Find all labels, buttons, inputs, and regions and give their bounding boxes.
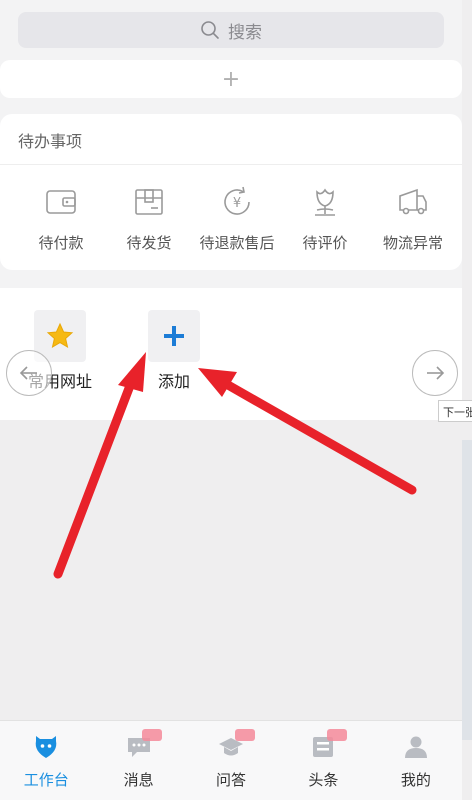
todo-item-logistics[interactable]: 物流异常 bbox=[369, 184, 457, 253]
add-widget-label: + bbox=[221, 66, 241, 92]
todo-item-review[interactable]: 待评价 bbox=[281, 184, 369, 253]
profile-icon bbox=[404, 736, 427, 758]
todo-item-refund[interactable]: ¥ 待退款售后 bbox=[193, 184, 281, 253]
todo-card: 待办事项 待付款 待发货 ¥ 待退款售后 待评价 物流异常 bbox=[0, 114, 462, 270]
todo-item-label: 待评价 bbox=[302, 234, 348, 252]
tab-qa[interactable]: 问答 bbox=[185, 721, 277, 800]
tab-news[interactable]: 头条 bbox=[277, 721, 369, 800]
add-widget-button[interactable]: + bbox=[0, 60, 462, 98]
todo-item-pending-shipment[interactable]: 待发货 bbox=[105, 184, 193, 253]
unread-badge bbox=[142, 729, 163, 741]
todo-item-label: 待发货 bbox=[126, 234, 172, 252]
search-placeholder: 搜索 bbox=[228, 22, 262, 43]
todo-item-label: 待付款 bbox=[38, 234, 84, 252]
tab-label: 我的 bbox=[400, 771, 431, 789]
arrow-left-icon bbox=[19, 366, 37, 380]
todo-item-label: 待退款售后 bbox=[199, 234, 275, 252]
tab-workbench[interactable]: 工作台 bbox=[0, 721, 92, 800]
app-screen: 搜索 + 待办事项 待付款 待发货 ¥ 待退款售后 待评价 物流异常 常用网址 … bbox=[0, 0, 462, 800]
truck-icon bbox=[399, 188, 427, 215]
unread-badge bbox=[234, 729, 255, 741]
plus-icon bbox=[164, 326, 184, 346]
shortcut-add[interactable]: 添加 bbox=[148, 310, 200, 392]
arrow-right-icon bbox=[427, 366, 445, 380]
next-image-button[interactable] bbox=[412, 350, 458, 396]
star-icon bbox=[46, 322, 74, 349]
bottom-tab-bar: 工作台 消息 问答 头条 我的 bbox=[0, 720, 462, 800]
wallet-icon bbox=[46, 190, 76, 214]
shortcut-tile bbox=[148, 310, 200, 362]
tab-label: 工作台 bbox=[23, 771, 69, 789]
todo-title: 待办事项 bbox=[18, 132, 83, 151]
svg-text:¥: ¥ bbox=[233, 196, 241, 211]
prev-image-button[interactable] bbox=[6, 350, 52, 396]
unread-badge bbox=[327, 729, 348, 741]
search-icon bbox=[201, 21, 219, 39]
divider bbox=[0, 164, 462, 165]
shortcut-label: 添加 bbox=[157, 372, 190, 391]
shortcut-panel: 常用网址 添加 bbox=[0, 288, 462, 420]
tab-label: 消息 bbox=[123, 771, 154, 789]
flower-icon bbox=[315, 188, 335, 216]
todo-items: 待付款 待发货 ¥ 待退款售后 待评价 物流异常 bbox=[0, 184, 462, 253]
tab-label: 问答 bbox=[216, 771, 247, 789]
todo-item-pending-payment[interactable]: 待付款 bbox=[17, 184, 105, 253]
header-area: 搜索 + 待办事项 待付款 待发货 ¥ 待退款售后 待评价 物流异常 bbox=[0, 0, 462, 290]
tab-label: 头条 bbox=[308, 771, 339, 789]
refund-icon: ¥ bbox=[224, 186, 250, 215]
package-icon bbox=[135, 189, 163, 215]
search-input[interactable]: 搜索 bbox=[18, 12, 444, 48]
background-window-strip bbox=[462, 440, 472, 740]
todo-item-label: 物流异常 bbox=[382, 234, 443, 252]
workbench-icon bbox=[35, 736, 57, 758]
tab-messages[interactable]: 消息 bbox=[92, 721, 184, 800]
tab-profile[interactable]: 我的 bbox=[370, 721, 462, 800]
next-image-tooltip: 下一张 bbox=[438, 400, 472, 422]
